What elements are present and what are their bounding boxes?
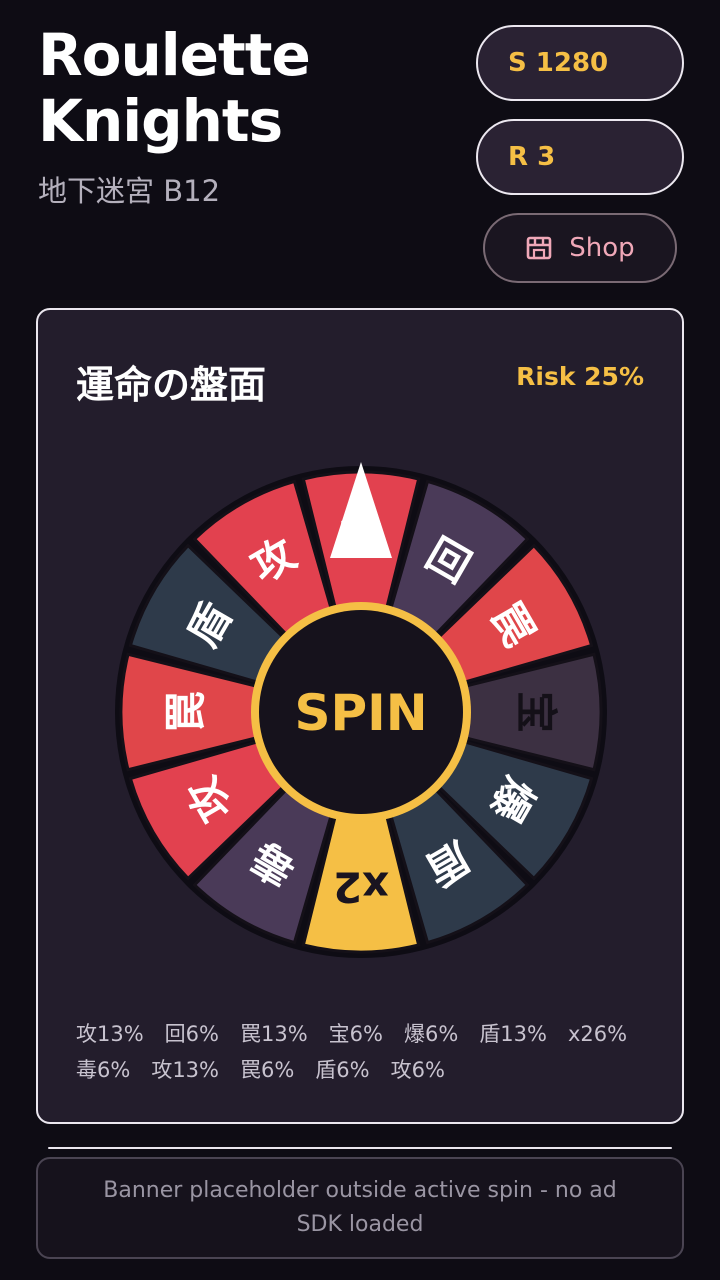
floor-subtitle: 地下迷宮 B12: [38, 174, 221, 208]
spin-label[interactable]: SPIN: [294, 684, 427, 742]
shop-icon: [525, 235, 553, 261]
divider: [48, 1147, 672, 1149]
roulette-wheel: 攻回罠宝爆盾x2毒攻罠盾攻 SPIN: [115, 462, 607, 958]
rerolls-counter: R 3: [476, 119, 684, 195]
game-title-line2: Knights: [38, 87, 283, 155]
ad-banner-text: Banner placeholder outside active spin -…: [103, 1178, 617, 1237]
game-title-line1: Roulette: [38, 21, 311, 89]
coins-value: S 1280: [508, 48, 609, 78]
fate-board-panel: 運命の盤面 Risk 25% 攻回罠宝爆盾x2毒攻罠盾攻 SPIN 攻13% 回…: [36, 308, 684, 1124]
shop-label: Shop: [569, 233, 635, 263]
wheel-segment-label: 宝: [512, 691, 561, 733]
rerolls-value: R 3: [508, 142, 556, 172]
ad-banner-placeholder: Banner placeholder outside active spin -…: [36, 1157, 684, 1259]
game-title: Roulette Knights: [38, 22, 458, 154]
coins-counter: S 1280: [476, 25, 684, 101]
segment-odds-list: 攻13% 回6% 罠13% 宝6% 爆6% 盾13% x26% 毒6% 攻13%…: [76, 1022, 649, 1082]
shop-button[interactable]: Shop: [483, 213, 677, 283]
spin-button[interactable]: SPIN: [251, 602, 471, 822]
wheel-segment-label: x2: [333, 863, 389, 912]
wheel-segment-label: 罠: [162, 691, 211, 733]
